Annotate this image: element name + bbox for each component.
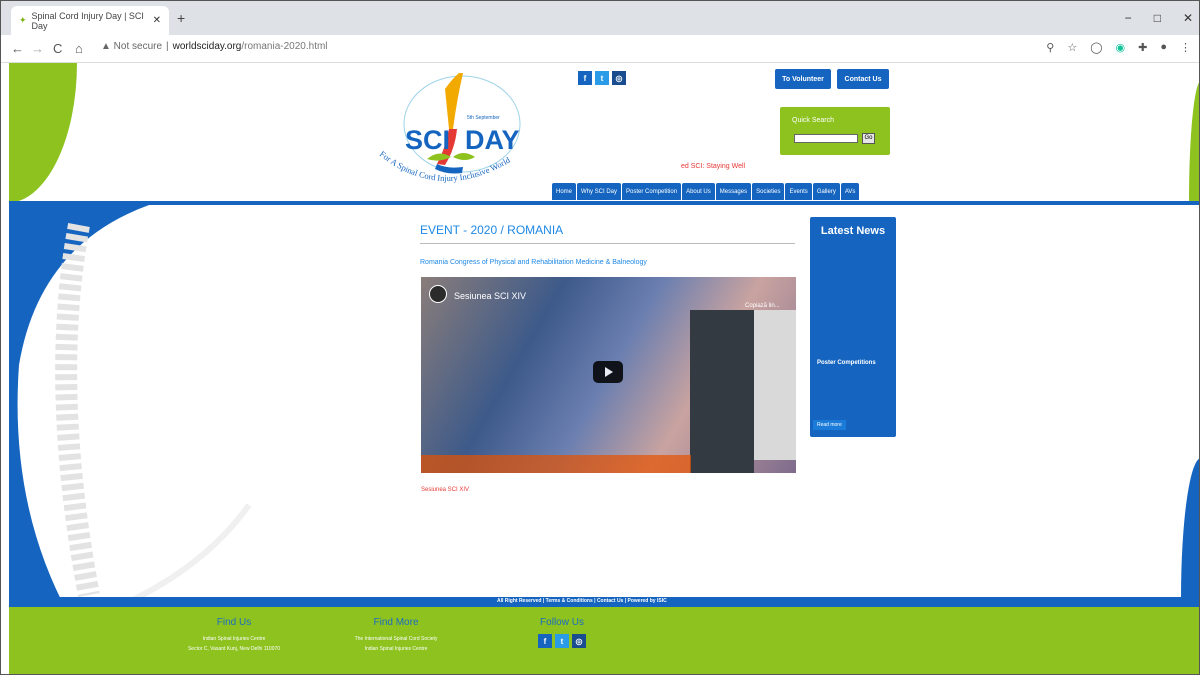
event-subtitle: Romania Congress of Physical and Rehabil… xyxy=(420,259,647,266)
copy-link-button[interactable]: Copiază lin... xyxy=(745,303,780,309)
home-icon[interactable]: ⌂ xyxy=(75,41,83,56)
header-tagline: ed SCI: Staying Well xyxy=(681,163,746,170)
tab-title: Spinal Cord Injury Day | SCI Day xyxy=(31,10,144,31)
tab-bar: ✦ Spinal Cord Injury Day | SCI Day ✕ + −… xyxy=(1,1,1199,35)
browser-toolbar: ← → C ⌂ ▲ Not secure | worldsciday.org/r… xyxy=(1,35,1199,63)
extensions-puzzle-icon[interactable]: ✚ xyxy=(1138,41,1147,54)
channel-avatar[interactable] xyxy=(429,285,447,303)
new-tab-button[interactable]: + xyxy=(177,10,185,26)
nav-societies[interactable]: Societies xyxy=(752,183,785,200)
extension-icon[interactable]: ◯ xyxy=(1090,41,1102,54)
video-bottom-strip xyxy=(421,455,691,473)
logo-day-text: DAY xyxy=(465,125,520,155)
url-domain: worldsciday.org xyxy=(172,41,242,52)
forward-icon[interactable]: → xyxy=(31,41,44,56)
search-go-button[interactable]: Go xyxy=(862,133,875,144)
toolbar-icons: ⚲ ☆ ◯ ◉ ✚ ● ⋮ xyxy=(1046,41,1191,54)
nav-events[interactable]: Events xyxy=(785,183,812,200)
menu-icon[interactable]: ⋮ xyxy=(1180,41,1191,54)
nav-about-us[interactable]: About Us xyxy=(682,183,715,200)
find-more-heading: Find More xyxy=(373,617,419,628)
main-nav: Home Why SCI Day Poster Competition Abou… xyxy=(552,183,860,200)
decorative-swoosh-right xyxy=(1181,458,1199,598)
footer-links[interactable]: All Right Reserved | Terms & Conditions … xyxy=(497,598,667,604)
nav-poster-competition[interactable]: Poster Competition xyxy=(622,183,682,200)
header-social-icons: f t ◎ xyxy=(578,71,626,85)
maximize-icon[interactable]: □ xyxy=(1154,11,1161,25)
find-us-line: Sector C, Vasant Kunj, New Delhi 110070 xyxy=(187,646,281,652)
favicon-icon: ✦ xyxy=(19,15,27,25)
footer-bar: All Right Reserved | Terms & Conditions … xyxy=(9,597,1199,607)
find-more-link[interactable]: Indian Spinal Injuries Centre xyxy=(331,644,461,654)
decorative-swoosh xyxy=(9,205,252,615)
not-secure-indicator[interactable]: ▲ Not secure xyxy=(101,41,162,52)
news-item[interactable]: Poster Competitions xyxy=(817,360,876,366)
tab-close-icon[interactable]: ✕ xyxy=(153,15,161,26)
window-controls: − □ ✕ xyxy=(1125,11,1193,25)
address-separator: | xyxy=(166,41,169,52)
footer-find-us: Find Us Indian Spinal Injuries Centre Se… xyxy=(169,617,299,654)
follow-us-heading: Follow Us xyxy=(540,617,584,628)
sci-day-logo[interactable]: SCI DAY 5th September For A Spinal Cord … xyxy=(367,69,557,199)
nav-home[interactable]: Home xyxy=(552,183,577,200)
web-page: SCI DAY 5th September For A Spinal Cord … xyxy=(9,63,1199,674)
logo-sci-text: SCI xyxy=(405,125,450,155)
facebook-icon[interactable]: f xyxy=(578,71,592,85)
footer-follow-us: Follow Us f t ◎ xyxy=(524,617,600,648)
facebook-icon[interactable]: f xyxy=(538,634,552,648)
grammarly-icon[interactable]: ◉ xyxy=(1116,41,1126,54)
profile-avatar[interactable]: ● xyxy=(1160,41,1167,54)
latest-news-heading: Latest News xyxy=(820,225,886,237)
browser-tab[interactable]: ✦ Spinal Cord Injury Day | SCI Day ✕ xyxy=(11,6,169,35)
nav-messages[interactable]: Messages xyxy=(715,183,752,200)
zoom-icon[interactable]: ⚲ xyxy=(1046,41,1054,54)
twitter-icon[interactable]: t xyxy=(595,71,609,85)
reload-icon[interactable]: C xyxy=(53,41,62,56)
nav-why-sci-day[interactable]: Why SCI Day xyxy=(577,183,622,200)
close-window-icon[interactable]: ✕ xyxy=(1183,11,1193,25)
address-bar[interactable]: ▲ Not secure | worldsciday.org/romania-2… xyxy=(101,41,328,52)
nav-avs[interactable]: AVs xyxy=(840,183,860,200)
title-divider xyxy=(420,243,795,244)
footer-social-icons: f t ◎ xyxy=(524,634,600,648)
back-icon[interactable]: ← xyxy=(11,41,24,56)
latest-news-panel: Latest News Poster Competitions Read mor… xyxy=(810,217,896,437)
bookmark-star-icon[interactable]: ☆ xyxy=(1067,41,1077,54)
footer: Find Us Indian Spinal Injuries Centre Se… xyxy=(9,607,1199,674)
youtube-video-embed[interactable]: Sesiunea SCI XIV Copiază lin... xyxy=(421,277,796,473)
twitter-icon[interactable]: t xyxy=(555,634,569,648)
play-button-icon[interactable] xyxy=(593,361,623,383)
quick-search-input[interactable] xyxy=(794,134,858,143)
url-path: /romania-2020.html xyxy=(241,41,328,52)
instagram-icon[interactable]: ◎ xyxy=(612,71,626,85)
header-swoosh-left xyxy=(9,63,77,203)
header-swoosh-right xyxy=(1189,81,1199,201)
find-us-heading: Find Us xyxy=(216,617,252,628)
volunteer-button[interactable]: To Volunteer xyxy=(775,69,831,89)
minimize-icon[interactable]: − xyxy=(1125,11,1132,25)
quick-search-box: Quick Search Go xyxy=(780,107,890,155)
video-caption-link[interactable]: Sesiunea SCI XIV xyxy=(421,487,469,493)
nav-gallery[interactable]: Gallery xyxy=(812,183,840,200)
find-us-line: Indian Spinal Injuries Centre xyxy=(202,636,266,642)
video-dark-panel xyxy=(690,310,754,473)
logo-date: 5th September xyxy=(467,115,500,121)
video-title[interactable]: Sesiunea SCI XIV xyxy=(454,291,526,301)
contact-us-button[interactable]: Contact Us xyxy=(837,69,889,89)
page-title: EVENT - 2020 / ROMANIA xyxy=(420,223,564,237)
browser-window: ✦ Spinal Cord Injury Day | SCI Day ✕ + −… xyxy=(0,0,1200,675)
quick-search-label: Quick Search xyxy=(792,117,835,124)
find-more-link[interactable]: The International Spinal Cord Society xyxy=(331,634,461,644)
instagram-icon[interactable]: ◎ xyxy=(572,634,586,648)
read-more-link[interactable]: Read more xyxy=(813,420,846,430)
video-light-panel xyxy=(754,310,796,460)
footer-find-more: Find More The International Spinal Cord … xyxy=(331,617,461,654)
